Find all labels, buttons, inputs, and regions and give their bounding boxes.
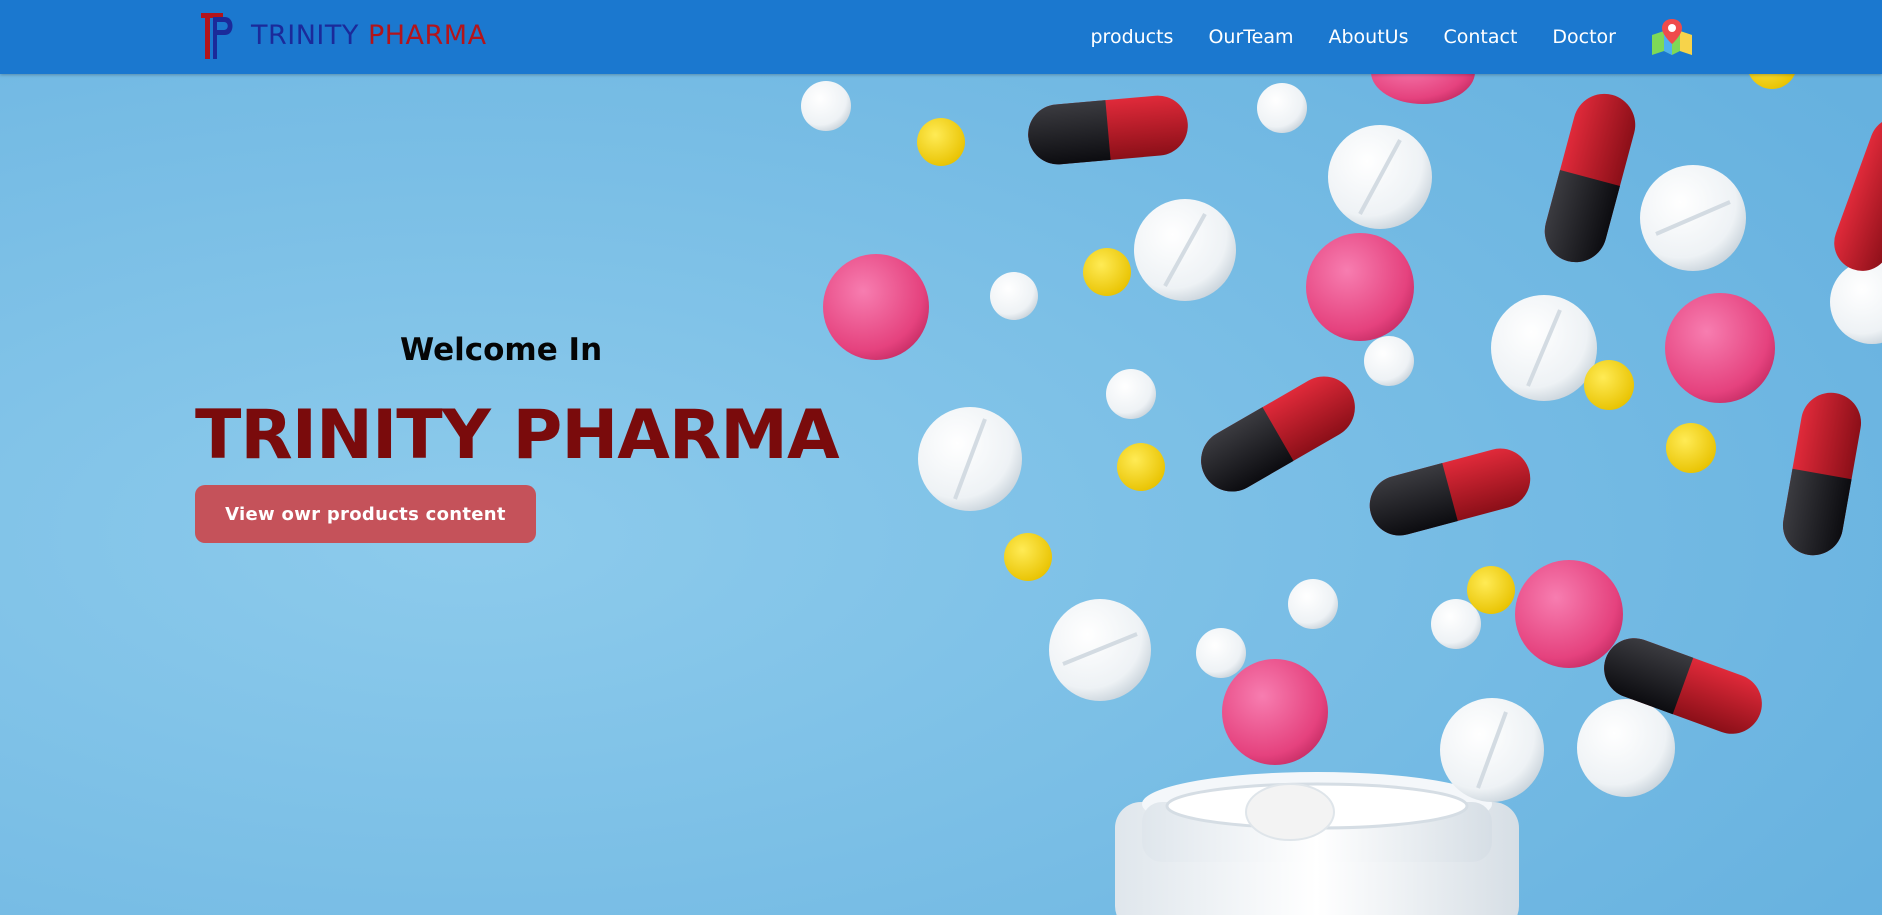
brand-name: TRINITY PHARMA <box>251 20 487 51</box>
map-pin-icon <box>1652 19 1692 55</box>
nav-link-aboutus[interactable]: AboutUs <box>1329 26 1409 48</box>
main-nav: products OurTeam AboutUs Contact Doctor <box>1055 0 1694 74</box>
nav-link-contact[interactable]: Contact <box>1443 26 1517 48</box>
map-location-link[interactable] <box>1650 17 1694 57</box>
top-navbar: TRINITY PHARMA products OurTeam AboutUs … <box>0 0 1882 74</box>
nav-link-ourteam[interactable]: OurTeam <box>1208 26 1293 48</box>
brand-home-link[interactable]: TRINITY PHARMA <box>199 9 487 61</box>
hero-section: Welcome In TRINITY PHARMA View owr produ… <box>0 74 1882 915</box>
nav-link-doctor[interactable]: Doctor <box>1552 26 1616 48</box>
tp-monogram-logo-icon <box>201 13 233 59</box>
brand-word-trinity: TRINITY <box>251 19 359 51</box>
welcome-heading: Welcome In <box>400 332 603 368</box>
view-products-button[interactable]: View owr products content <box>195 485 536 543</box>
nav-link-products[interactable]: products <box>1090 26 1173 48</box>
hero-title: TRINITY PHARMA <box>195 396 840 475</box>
brand-word-pharma: PHARMA <box>367 19 487 51</box>
